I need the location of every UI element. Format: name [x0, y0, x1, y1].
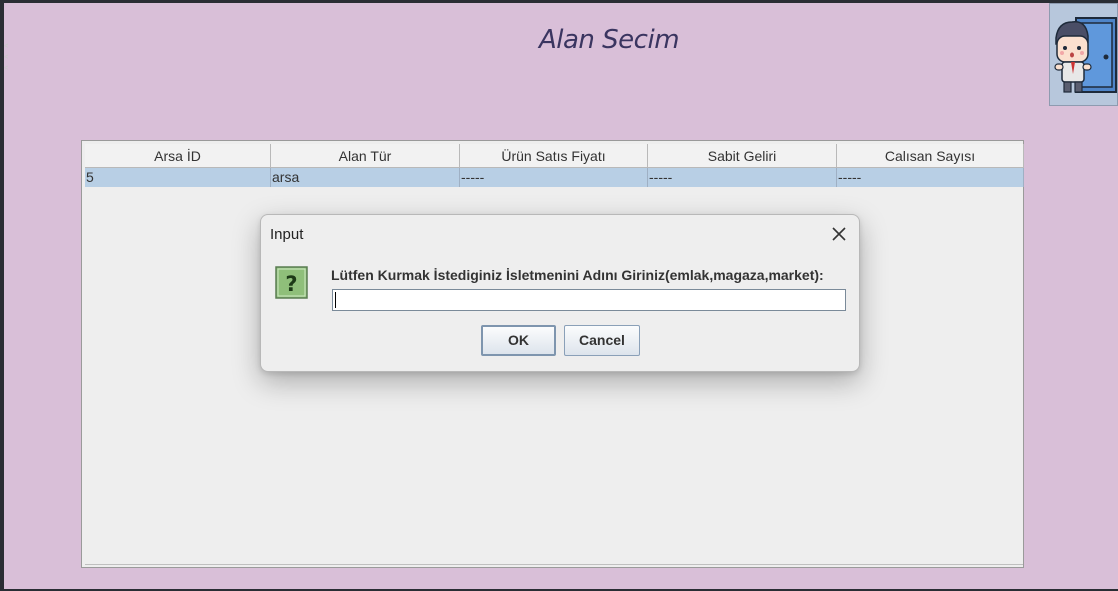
dialog-prompt: Lütfen Kurmak İstediginiz İsletmenini Ad…: [331, 267, 824, 283]
input-dialog: Input ? Lütfen Kurmak İstediginiz İsletm…: [260, 214, 860, 372]
table-cell: -----: [837, 168, 1024, 187]
text-caret: [335, 292, 336, 308]
ok-button[interactable]: OK: [481, 325, 556, 356]
table-cell: arsa: [271, 168, 460, 187]
page-title: Alan Secim: [538, 25, 680, 55]
svg-text:?: ?: [285, 272, 297, 296]
column-header-alan-tur[interactable]: Alan Tür: [271, 144, 460, 168]
column-header-sabit-geliri[interactable]: Sabit Geliri: [648, 144, 837, 168]
column-header-calisan-sayisi[interactable]: Calısan Sayısı: [837, 144, 1024, 168]
exit-door-person-icon: [1054, 17, 1117, 93]
table-row[interactable]: 5 arsa ----- ----- -----: [85, 168, 1024, 187]
table-cell: 5: [85, 168, 271, 187]
close-icon[interactable]: [827, 222, 851, 246]
column-header-urun-satis-fiyati[interactable]: Ürün Satıs Fiyatı: [460, 144, 648, 168]
table-cell: -----: [460, 168, 648, 187]
question-icon: ?: [275, 266, 308, 299]
exit-button[interactable]: [1049, 3, 1118, 106]
dialog-title: Input: [270, 226, 304, 243]
cancel-button[interactable]: Cancel: [564, 325, 640, 356]
column-header-arsa-id[interactable]: Arsa İD: [85, 144, 271, 168]
business-name-input[interactable]: [332, 289, 846, 311]
table-header: Arsa İD Alan Tür Ürün Satıs Fiyatı Sabit…: [85, 144, 1024, 168]
table-divider: [85, 564, 1023, 565]
table-cell: -----: [648, 168, 837, 187]
